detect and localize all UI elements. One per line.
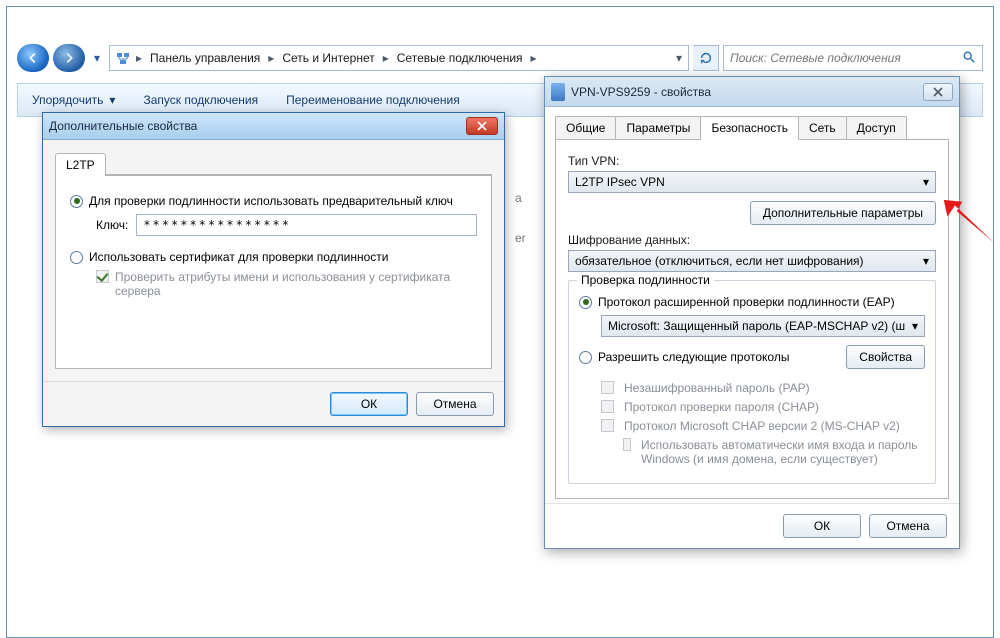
search-input[interactable]: Поиск: Сетевые подключения bbox=[723, 45, 983, 71]
chevron-right-icon: ▸ bbox=[381, 51, 391, 65]
checkbox-label: Протокол Microsoft CHAP версии 2 (MS-CHA… bbox=[624, 419, 900, 433]
ghost-text: er bbox=[515, 231, 526, 245]
chevron-right-icon: ▸ bbox=[529, 51, 539, 65]
close-button[interactable] bbox=[466, 117, 498, 135]
properties-button[interactable]: Свойства bbox=[846, 345, 925, 369]
radio-allow-protocols[interactable] bbox=[579, 351, 592, 364]
radio-icon bbox=[579, 296, 592, 309]
back-button[interactable] bbox=[17, 44, 49, 72]
encryption-combo[interactable]: обязательное (отключиться, если нет шифр… bbox=[568, 250, 936, 272]
breadcrumb-segment[interactable]: Панель управления bbox=[146, 49, 264, 67]
close-button[interactable] bbox=[923, 83, 953, 101]
search-icon bbox=[962, 50, 976, 67]
checkbox-chap bbox=[601, 400, 614, 413]
breadcrumb-segment[interactable]: Сетевые подключения bbox=[393, 49, 527, 67]
nav-history-dropdown[interactable]: ▾ bbox=[89, 44, 105, 72]
chevron-down-icon[interactable]: ▾ bbox=[674, 51, 684, 65]
checkbox-pap bbox=[601, 381, 614, 394]
ok-button[interactable]: ОК bbox=[330, 392, 408, 416]
checkbox-label: Проверить атрибуты имени и использования… bbox=[115, 270, 475, 298]
radio-eap[interactable]: Протокол расширенной проверки подлинност… bbox=[579, 295, 925, 309]
ok-button[interactable]: ОК bbox=[783, 514, 861, 538]
fieldset-legend: Проверка подлинности bbox=[577, 273, 714, 287]
tab-security[interactable]: Безопасность bbox=[700, 116, 799, 140]
chevron-down-icon: ▾ bbox=[912, 319, 918, 333]
toolbar-start-connection[interactable]: Запуск подключения bbox=[143, 93, 258, 107]
toolbar-organize[interactable]: Упорядочить bbox=[32, 93, 103, 107]
callout-arrow-icon bbox=[940, 198, 996, 254]
breadcrumb-segment[interactable]: Сеть и Интернет bbox=[278, 49, 378, 67]
dialog-title: VPN-VPS9259 - свойства bbox=[571, 85, 711, 99]
tab-network[interactable]: Сеть bbox=[798, 116, 847, 140]
combo-value: Microsoft: Защищенный пароль (EAP-MSCHAP… bbox=[608, 319, 905, 333]
tab-access[interactable]: Доступ bbox=[846, 116, 907, 140]
vpn-type-combo[interactable]: L2TP IPsec VPN ▾ bbox=[568, 171, 936, 193]
radio-preshared-key[interactable]: Для проверки подлинности использовать пр… bbox=[70, 194, 477, 208]
radio-certificate[interactable]: Использовать сертификат для проверки под… bbox=[70, 250, 477, 264]
radio-icon bbox=[70, 195, 83, 208]
advanced-properties-dialog: Дополнительные свойства L2TP Для проверк… bbox=[42, 112, 505, 427]
encryption-label: Шифрование данных: bbox=[568, 233, 936, 247]
cancel-button[interactable]: Отмена bbox=[869, 514, 947, 538]
tab-options[interactable]: Параметры bbox=[615, 116, 701, 140]
refresh-button[interactable] bbox=[693, 45, 719, 71]
key-label: Ключ: bbox=[96, 218, 128, 232]
dialog-titlebar[interactable]: Дополнительные свойства bbox=[43, 113, 504, 140]
search-placeholder: Поиск: Сетевые подключения bbox=[730, 51, 901, 65]
checkbox-label: Незашифрованный пароль (PAP) bbox=[624, 381, 810, 395]
radio-label: Протокол расширенной проверки подлинност… bbox=[598, 295, 895, 309]
forward-button[interactable] bbox=[53, 44, 85, 72]
radio-label: Использовать сертификат для проверки под… bbox=[89, 250, 388, 264]
key-input[interactable] bbox=[136, 214, 477, 236]
checkbox-auto-credentials bbox=[623, 438, 631, 451]
dialog-title: Дополнительные свойства bbox=[49, 119, 197, 133]
vpn-properties-dialog: VPN-VPS9259 - свойства Общие Параметры Б… bbox=[544, 76, 960, 549]
connection-icon bbox=[551, 83, 565, 101]
ghost-text: а bbox=[515, 191, 522, 205]
radio-label: Разрешить следующие протоколы bbox=[598, 350, 789, 364]
authentication-fieldset: Проверка подлинности Протокол расширенно… bbox=[568, 280, 936, 484]
radio-icon bbox=[70, 251, 83, 264]
tab-l2tp[interactable]: L2TP bbox=[55, 153, 106, 176]
chevron-down-icon: ▾ bbox=[923, 175, 929, 189]
combo-value: обязательное (отключиться, если нет шифр… bbox=[575, 254, 864, 268]
advanced-params-button[interactable]: Дополнительные параметры bbox=[750, 201, 936, 225]
cancel-button[interactable]: Отмена bbox=[416, 392, 494, 416]
checkbox-verify-cert bbox=[96, 270, 109, 283]
combo-value: L2TP IPsec VPN bbox=[575, 175, 665, 189]
address-bar: ▾ ▸ Панель управления ▸ Сеть и Интернет … bbox=[17, 43, 983, 73]
breadcrumb[interactable]: ▸ Панель управления ▸ Сеть и Интернет ▸ … bbox=[109, 45, 689, 71]
dialog-titlebar[interactable]: VPN-VPS9259 - свойства bbox=[545, 77, 959, 107]
chevron-down-icon: ▾ bbox=[923, 254, 929, 268]
radio-label: Для проверки подлинности использовать пр… bbox=[89, 194, 453, 208]
checkbox-label: Протокол проверки пароля (CHAP) bbox=[624, 400, 819, 414]
network-icon bbox=[114, 49, 132, 67]
tab-general[interactable]: Общие bbox=[555, 116, 616, 140]
chevron-right-icon: ▸ bbox=[134, 51, 144, 65]
eap-method-combo[interactable]: Microsoft: Защищенный пароль (EAP-MSCHAP… bbox=[601, 315, 925, 337]
chevron-right-icon: ▸ bbox=[266, 51, 276, 65]
vpn-type-label: Тип VPN: bbox=[568, 154, 936, 168]
checkbox-mschap bbox=[601, 419, 614, 432]
chevron-down-icon[interactable]: ▾ bbox=[109, 93, 115, 107]
checkbox-label: Использовать автоматически имя входа и п… bbox=[641, 438, 925, 466]
toolbar-rename-connection[interactable]: Переименование подключения bbox=[286, 93, 460, 107]
